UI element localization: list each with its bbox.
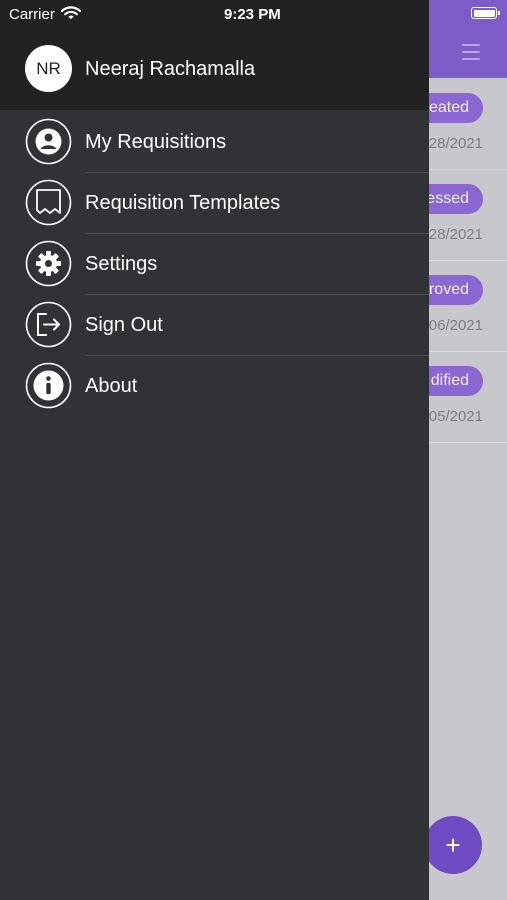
menu-item-label: About: [85, 375, 138, 397]
menu-item-requisition-templates[interactable]: Requisition Templates: [0, 173, 429, 234]
wifi-icon: [61, 6, 81, 19]
request-date: 28/2021: [428, 135, 483, 152]
drawer-header: Carrier 9:23 PM NR Neeraj Rachamalla: [0, 0, 429, 110]
request-date: 05/2021: [428, 408, 483, 425]
menu-item-label: Requisition Templates: [85, 192, 281, 214]
request-date: 28/2021: [428, 226, 483, 243]
user-circle-icon: [25, 118, 72, 165]
menu-item-settings[interactable]: Settings: [0, 234, 429, 295]
drawer-menu: My Requisitions Requisition Templates Se…: [0, 112, 429, 417]
gear-icon: [25, 240, 72, 287]
side-drawer: Carrier 9:23 PM NR Neeraj Rachamalla My …: [0, 0, 429, 900]
menu-item-about[interactable]: About: [0, 356, 429, 417]
status-bar: Carrier 9:23 PM: [0, 0, 429, 28]
user-name: Neeraj Rachamalla: [85, 58, 256, 80]
menu-item-label: My Requisitions: [85, 131, 227, 153]
template-icon: [25, 179, 72, 226]
clock: 9:23 PM: [224, 6, 281, 23]
menu-item-sign-out[interactable]: Sign Out: [0, 295, 429, 356]
menu-item-label: Sign Out: [85, 314, 163, 336]
request-date: 06/2021: [428, 317, 483, 334]
avatar[interactable]: NR: [25, 45, 72, 92]
battery-icon: [471, 7, 500, 19]
carrier-label: Carrier: [9, 6, 55, 23]
menu-item-my-requisitions[interactable]: My Requisitions: [0, 112, 429, 173]
list-menu-icon[interactable]: [462, 44, 480, 60]
info-icon: [25, 362, 72, 409]
menu-item-label: Settings: [85, 253, 158, 275]
sign-out-icon: [25, 301, 72, 348]
add-requisition-button[interactable]: +: [424, 816, 482, 874]
